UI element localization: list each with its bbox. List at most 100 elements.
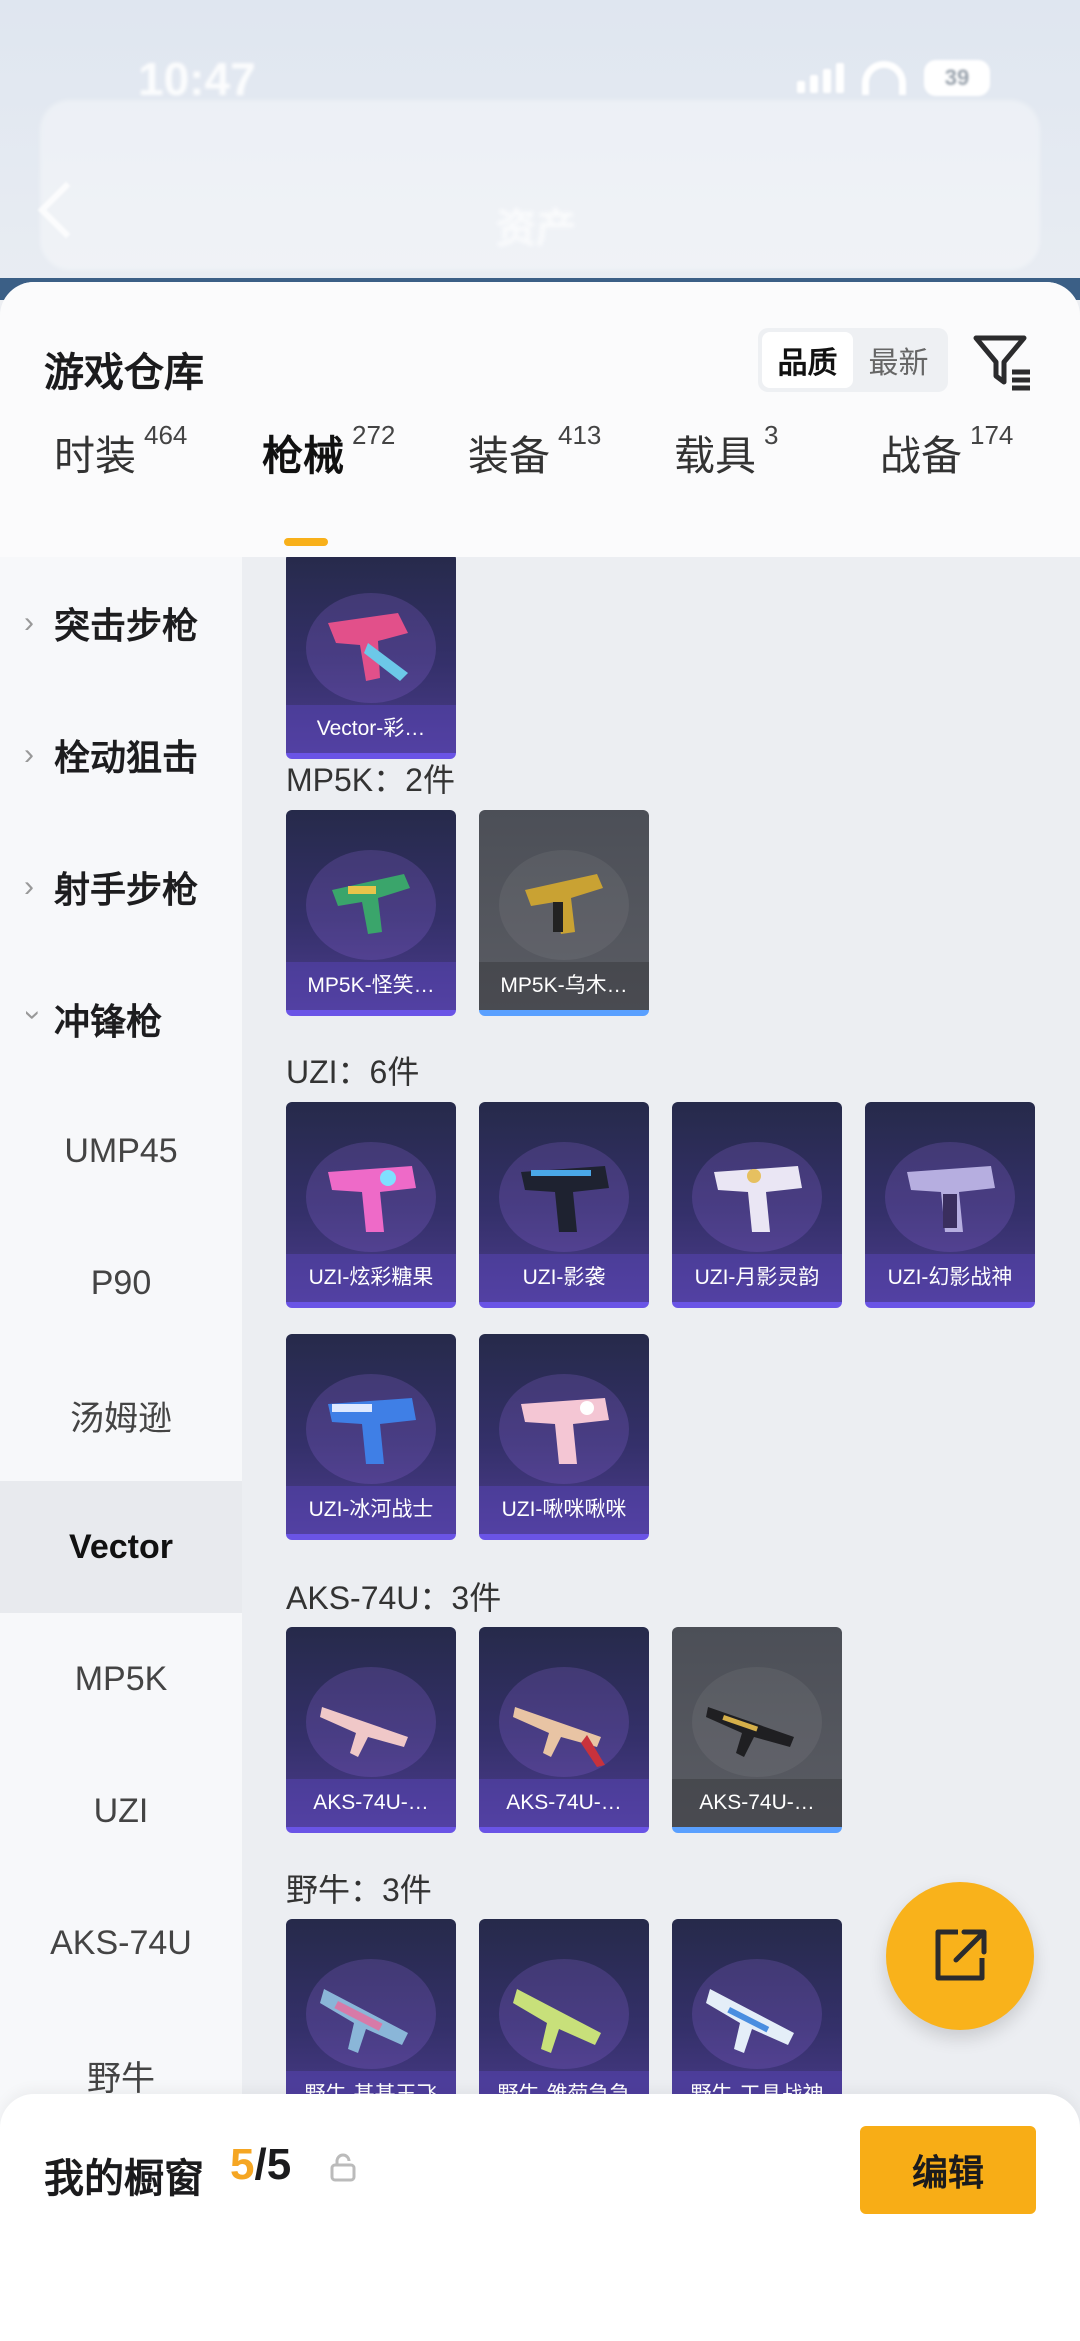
subcategory-item[interactable]: MP5K xyxy=(0,1613,242,1745)
weapon-icon xyxy=(706,1989,794,2053)
showcase-title: 我的橱窗 xyxy=(44,2157,204,2201)
item-card[interactable]: AKS-74U-… xyxy=(672,1627,842,1833)
showcase-total: /5 xyxy=(254,2140,292,2189)
item-label: MP5K-怪笑… xyxy=(286,962,456,1010)
item-label: Vector-彩… xyxy=(286,705,456,753)
edit-button[interactable]: 编辑 xyxy=(860,2126,1036,2214)
item-label: UZI-啾咪啾咪 xyxy=(479,1486,649,1534)
item-card[interactable]: UZI-啾咪啾咪 xyxy=(479,1334,649,1540)
subcategory-item[interactable]: UZI xyxy=(0,1745,242,1877)
item-label: UZI-幻影战神 xyxy=(865,1254,1035,1302)
showcase-current: 5 xyxy=(230,2140,255,2189)
weapon-icon xyxy=(521,1398,609,1464)
nav-title: 资产 xyxy=(496,207,576,251)
item-label: AKS-74U-… xyxy=(479,1779,649,1827)
filter-icon[interactable] xyxy=(968,326,1038,396)
sidebar-item-label: 栓动狙击 xyxy=(54,737,199,778)
tab-fashion[interactable]: 时装 464 xyxy=(54,420,188,482)
sidebar-item-marksman-rifle[interactable]: › 射手步枪 xyxy=(0,821,242,953)
weapon-icon xyxy=(521,1166,609,1232)
tab-count: 413 xyxy=(558,420,602,450)
item-card[interactable]: UZI-冰河战士 xyxy=(286,1334,456,1540)
group-title: MP5K：2件 xyxy=(286,762,455,798)
weapon-icon xyxy=(328,613,408,681)
weapon-icon xyxy=(706,1707,794,1757)
tab-equipment[interactable]: 装备 413 xyxy=(468,420,602,482)
item-card[interactable]: AKS-74U-… xyxy=(479,1627,649,1833)
sidebar-item-assault-rifle[interactable]: › 突击步枪 xyxy=(0,557,242,689)
tab-count: 174 xyxy=(970,420,1014,450)
subcategory-item-active[interactable]: Vector xyxy=(0,1481,242,1613)
tab-count: 464 xyxy=(144,420,188,450)
item-label: UZI-影袭 xyxy=(479,1254,649,1302)
sidebar-item-label: 冲锋枪 xyxy=(54,1001,163,1042)
weapon-icon xyxy=(320,1989,408,2053)
item-card[interactable]: AKS-74U-… xyxy=(286,1627,456,1833)
signal-icon xyxy=(797,63,844,93)
category-tabs: 时装 464 枪械 272 装备 413 载具 3 战备 174 xyxy=(0,420,1080,542)
battery-icon: 39 xyxy=(924,60,990,96)
group-title: UZI：6件 xyxy=(286,1054,420,1090)
item-label: MP5K-乌木… xyxy=(479,962,649,1010)
tab-count: 3 xyxy=(764,420,779,450)
weapon-icon xyxy=(714,1166,802,1232)
category-sidebar: › 突击步枪 › 栓动狙击 › 射手步枪 › 冲锋枪 UMP45 P90 汤姆逊… xyxy=(0,557,242,2341)
subcategory-item[interactable]: 汤姆逊 xyxy=(0,1349,242,1481)
item-label: UZI-冰河战士 xyxy=(286,1486,456,1534)
tab-label: 时装 xyxy=(54,433,136,479)
weapon-icon xyxy=(332,874,410,934)
weapon-icon xyxy=(328,1166,416,1232)
showcase-count: 5/5 xyxy=(230,2140,291,2190)
chevron-right-icon: › xyxy=(24,870,34,903)
weapon-icon xyxy=(513,1989,601,2053)
item-card[interactable]: UZI-幻影战神 xyxy=(865,1102,1035,1308)
chevron-down-icon: › xyxy=(17,1010,50,1020)
item-card[interactable]: MP5K-怪笑… xyxy=(286,810,456,1016)
weapon-icon xyxy=(320,1707,408,1757)
tab-vehicles[interactable]: 载具 3 xyxy=(674,420,779,482)
tab-label: 载具 xyxy=(674,433,756,479)
tab-label: 战备 xyxy=(880,433,962,479)
item-card[interactable]: MP5K-乌木… xyxy=(479,810,649,1016)
background-header: 10:47 39 资产 xyxy=(0,0,1080,300)
item-card[interactable]: UZI-影袭 xyxy=(479,1102,649,1308)
sidebar-item-label: 射手步枪 xyxy=(54,869,199,910)
subcategory-item[interactable]: UMP45 xyxy=(0,1085,242,1217)
lock-icon xyxy=(330,2153,356,2182)
sheet-header: 游戏仓库 品质 最新 时装 464 枪械 272 装备 413 载具 3 战备 … xyxy=(0,282,1080,557)
weapon-icon xyxy=(525,874,603,934)
weapon-icon xyxy=(907,1166,995,1232)
weapon-icon xyxy=(328,1398,416,1464)
status-time: 10:47 xyxy=(138,53,256,105)
sidebar-item-bolt-sniper[interactable]: › 栓动狙击 xyxy=(0,689,242,821)
chevron-right-icon: › xyxy=(24,738,34,771)
wifi-icon xyxy=(862,61,906,95)
warehouse-sheet: 游戏仓库 品质 最新 时装 464 枪械 272 装备 413 载具 3 战备 … xyxy=(0,282,1080,2341)
share-out-icon xyxy=(935,1929,987,1981)
subcategory-item[interactable]: P90 xyxy=(0,1217,242,1349)
chevron-right-icon: › xyxy=(24,606,34,639)
item-card[interactable]: Vector-彩… xyxy=(286,557,456,759)
items-grid: Vector-彩… MP5K：2件 MP5K-怪笑… MP5K-乌木… UZI：… xyxy=(242,557,1080,2341)
sidebar-item-label: 突击步枪 xyxy=(54,605,199,646)
item-label: UZI-月影灵韵 xyxy=(672,1254,842,1302)
sort-quality-option[interactable]: 品质 xyxy=(762,332,853,388)
item-card[interactable]: UZI-炫彩糖果 xyxy=(286,1102,456,1308)
status-bar: 10:47 39 xyxy=(0,0,1080,150)
group-title: AKS-74U：3件 xyxy=(286,1580,502,1616)
sidebar-item-smg[interactable]: › 冲锋枪 xyxy=(0,953,242,1085)
group-title: 野牛：3件 xyxy=(286,1872,432,1908)
subcategory-item[interactable]: AKS-74U xyxy=(0,1877,242,2009)
tab-count: 272 xyxy=(352,420,396,450)
sort-toggle[interactable]: 品质 最新 xyxy=(758,328,948,392)
tab-label: 枪械 xyxy=(262,433,344,479)
share-out-button[interactable] xyxy=(886,1882,1034,2030)
tab-supplies[interactable]: 战备 174 xyxy=(880,420,1014,482)
sort-newest-option[interactable]: 最新 xyxy=(853,332,944,388)
item-label: AKS-74U-… xyxy=(286,1779,456,1827)
item-card[interactable]: UZI-月影灵韵 xyxy=(672,1102,842,1308)
tab-label: 装备 xyxy=(468,433,550,479)
showcase-bar: 我的橱窗 5/5 编辑 xyxy=(0,2094,1080,2341)
weapon-icon xyxy=(513,1707,605,1767)
tab-firearms[interactable]: 枪械 272 xyxy=(262,420,396,482)
